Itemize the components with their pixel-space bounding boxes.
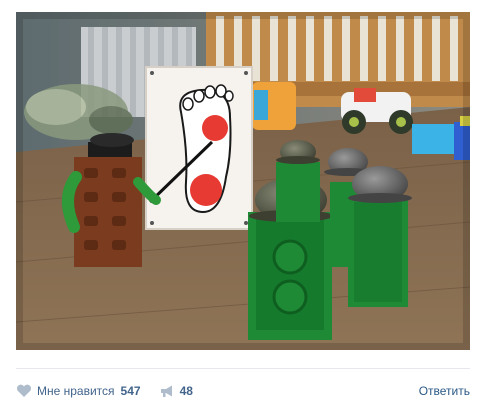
post-photo[interactable] — [16, 12, 470, 350]
post-divider — [16, 368, 470, 369]
post-card: Мне нравится 547 48 Ответить — [0, 0, 480, 410]
reply-link[interactable]: Ответить — [419, 384, 470, 398]
like-count: 547 — [120, 384, 141, 398]
post-actions-bar: Мне нравится 547 48 Ответить — [16, 378, 470, 404]
like-button[interactable]: Мне нравится 547 — [16, 384, 141, 398]
share-button[interactable]: 48 — [159, 384, 193, 398]
photo-illustration — [16, 12, 470, 350]
like-label: Мне нравится — [37, 384, 115, 398]
share-count: 48 — [179, 384, 193, 398]
heart-icon — [16, 384, 32, 398]
megaphone-icon — [159, 384, 175, 398]
